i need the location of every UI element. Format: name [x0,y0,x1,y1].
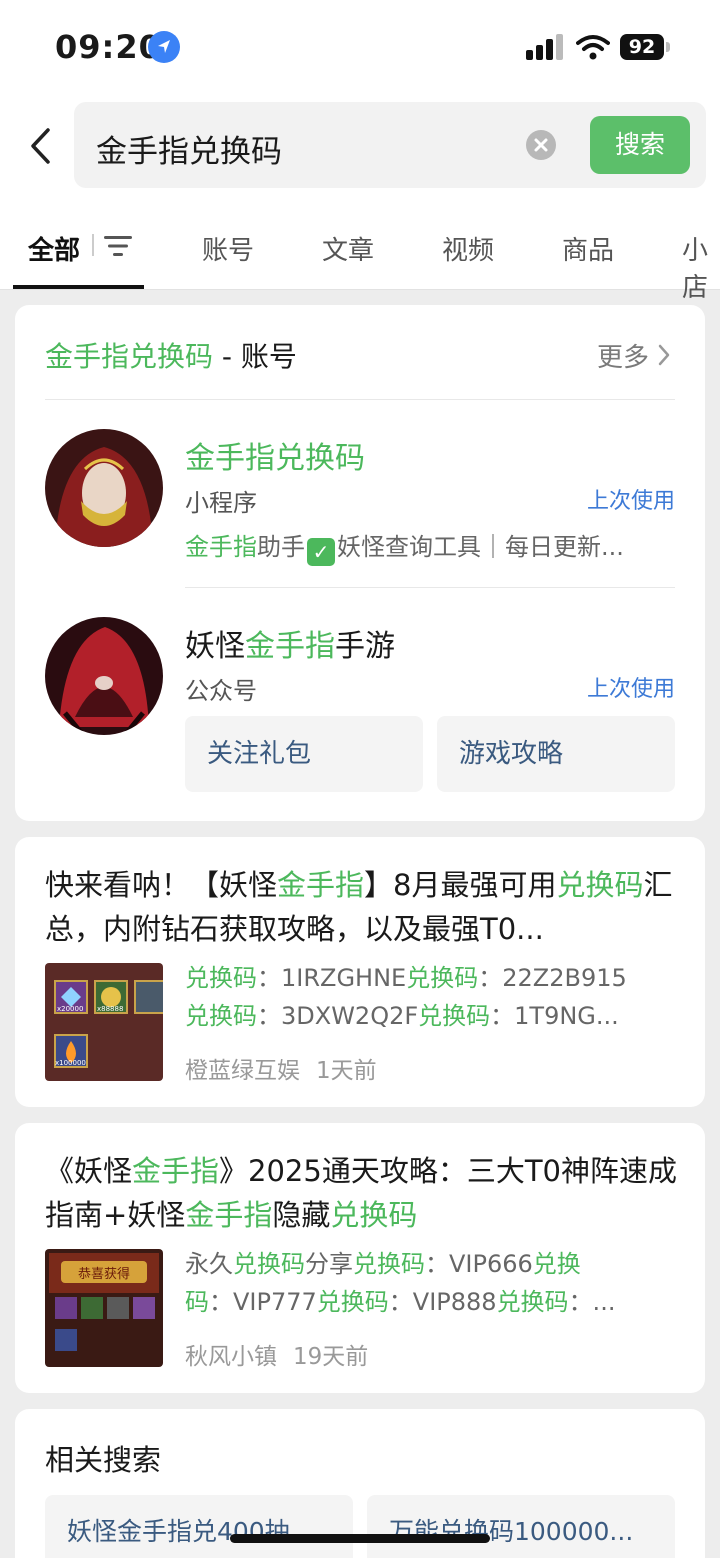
search-button[interactable]: 搜索 [590,116,690,174]
desc-highlight: 金手指 [185,533,257,561]
cellular-signal-icon [526,34,563,60]
last-used-badge: 上次使用 [586,677,675,702]
follow-gift-button[interactable]: 关注礼包 [185,716,423,792]
accounts-section: 金手指兑换码 - 账号 更多 金手指兑换码 小程序 上次使用 金手指助手 ✓ 妖怪查… [15,305,705,821]
article-snippet: 永久兑换码分享兑换码：VIP666兑换 码：VIP777兑换码：VIP888兑换… [185,1250,616,1316]
desc-rest: 妖怪查询工具｜每日更新... [337,533,624,561]
search-query-text[interactable]: 金手指兑换码 [96,126,282,171]
search-input[interactable]: 金手指兑换码 搜索 [74,102,706,188]
article-thumbnail[interactable]: x20000 x88888 x100000 [45,963,163,1081]
official-account-avatar[interactable] [45,617,163,735]
article-card-1[interactable]: 快来看呐！【妖怪金手指】8月最强可用兑换码汇总，内附钻石获取攻略，以及最强T0.… [15,837,705,1107]
article-time: 1天前 [316,1058,377,1084]
article-meta: 秋风小镇 19天前 [185,1337,368,1371]
title-suffix: - 账号 [213,340,297,373]
checkmark-icon: ✓ [307,538,335,566]
article-title[interactable]: 《妖怪金手指》2025通天攻略：三大T0神阵速成指南+妖怪金手指隐藏兑换码 [45,1149,677,1237]
article-snippet: 兑换码：1IRZGHNE兑换码：22Z2B915 兑换码：3DXW2Q2F兑换码… [185,964,627,1030]
miniprogram-name[interactable]: 金手指兑换码 [185,433,365,477]
article-source[interactable]: 秋风小镇 [185,1344,277,1370]
title-highlight: 金手指兑换码 [45,340,214,373]
thumb-banner-text: 恭喜获得 [78,1266,130,1282]
filter-icon[interactable] [104,234,132,258]
tab-accounts[interactable]: 账号 [202,230,254,267]
thumb-label: x100000 [55,1059,86,1067]
article-thumbnail[interactable]: 恭喜获得 [45,1249,163,1367]
location-arrow-icon [148,31,180,63]
thumb-label: x20000 [57,1005,83,1013]
battery-icon: 92 [620,34,670,60]
more-link[interactable]: 更多 [597,337,649,374]
home-indicator[interactable] [230,1534,490,1543]
miniprogram-type: 小程序 [185,489,257,517]
status-bar: 09:20 92 [0,0,720,96]
tab-shops[interactable]: 小店 [682,230,720,304]
miniprogram-desc: 金手指助手 ✓ 妖怪查询工具｜每日更新... [185,527,675,566]
official-account-name[interactable]: 妖怪金手指手游 [185,621,395,665]
name-pre: 妖怪 [185,629,245,664]
related-search-chip[interactable]: 妖怪金手指兑400抽 [45,1495,353,1558]
thumb-label: x88888 [97,1005,123,1013]
accounts-section-title: 金手指兑换码 - 账号 [45,335,297,375]
search-header: 金手指兑换码 搜索 [0,96,720,196]
divider [45,399,675,400]
game-guide-button[interactable]: 游戏攻略 [437,716,675,792]
desc-mid: 助手 [257,533,305,561]
article-source[interactable]: 橙蓝绿互娱 [185,1058,300,1084]
clear-search-icon[interactable] [526,130,556,160]
related-title: 相关搜索 [45,1443,162,1477]
tab-all[interactable]: 全部 [28,230,80,267]
related-search-chip[interactable]: 万能兑换码100000... [367,1495,675,1558]
article-card-2[interactable]: 《妖怪金手指》2025通天攻略：三大T0神阵速成指南+妖怪金手指隐藏兑换码 恭喜… [15,1123,705,1393]
article-meta: 橙蓝绿互娱 1天前 [185,1051,377,1085]
article-title[interactable]: 快来看呐！【妖怪金手指】8月最强可用兑换码汇总，内附钻石获取攻略，以及最强T0.… [45,863,677,951]
miniprogram-avatar[interactable] [45,429,163,547]
battery-level: 92 [620,34,664,60]
active-tab-indicator [13,285,144,289]
name-highlight: 金手指 [245,629,335,664]
chevron-right-icon[interactable] [657,343,671,367]
name-post: 手游 [335,629,395,664]
tab-products[interactable]: 商品 [562,230,614,267]
official-account-type: 公众号 [185,677,257,705]
category-tabs: 全部 账号 文章 视频 商品 小店 [0,196,720,303]
divider [185,587,675,588]
tab-articles[interactable]: 文章 [322,230,374,267]
article-time: 19天前 [293,1344,369,1370]
wifi-icon [576,35,610,60]
tab-videos[interactable]: 视频 [442,230,494,267]
tab-divider [92,234,94,256]
status-time: 09:20 [55,28,162,66]
last-used-badge: 上次使用 [586,489,675,514]
back-chevron-icon[interactable] [28,127,52,165]
